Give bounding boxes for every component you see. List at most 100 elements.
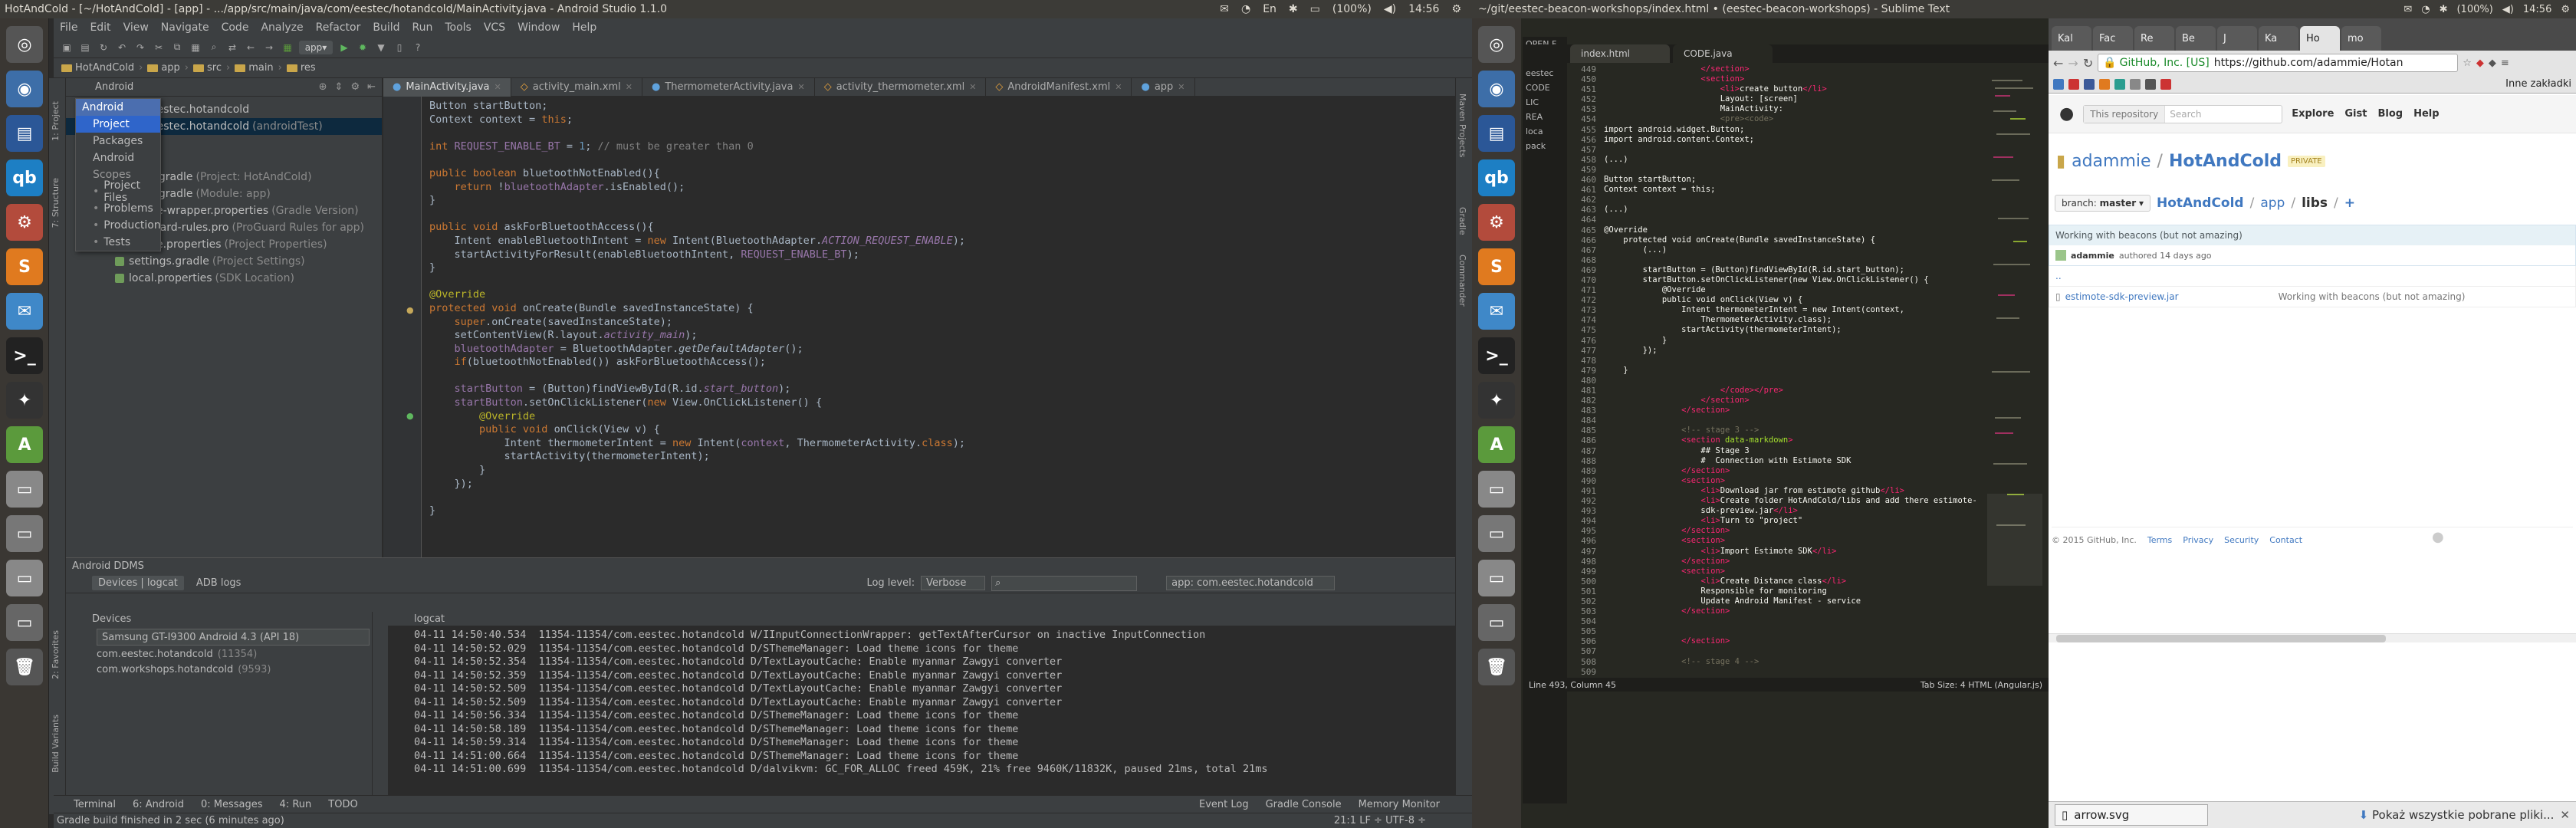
- volume-icon[interactable]: ◀): [2502, 4, 2514, 15]
- bookmark-icon[interactable]: [2160, 78, 2171, 90]
- close-icon[interactable]: ✕: [797, 82, 804, 92]
- avatar[interactable]: [2055, 250, 2066, 261]
- commit-message[interactable]: Working with beacons (but not amazing): [2049, 225, 2575, 245]
- forward-icon[interactable]: →: [262, 41, 276, 54]
- dropdown-item-project[interactable]: Project: [76, 116, 160, 133]
- parent-dir-link[interactable]: ..: [2049, 266, 2575, 287]
- cursor-position[interactable]: 21:1 LF ÷ UTF-8 ÷: [1334, 815, 1472, 826]
- breadcrumb-item[interactable]: app: [147, 62, 180, 74]
- back-icon[interactable]: ←: [244, 41, 258, 54]
- thunderbird-icon[interactable]: ✉: [1478, 293, 1515, 330]
- project-view-select[interactable]: Android: [72, 81, 133, 93]
- drive-icon[interactable]: ▭: [1478, 471, 1515, 508]
- qbittorrent-icon[interactable]: qb: [1478, 159, 1515, 196]
- bottom-right-tab[interactable]: Memory Monitor: [1359, 799, 1440, 810]
- editor-tab[interactable]: ● ThermometerActivity.java ✕: [642, 77, 815, 97]
- footer-link[interactable]: Security: [2224, 535, 2259, 545]
- menu-item-view[interactable]: View: [117, 21, 155, 34]
- octocat-icon[interactable]: ●: [2432, 529, 2444, 545]
- github-search[interactable]: This repository Search: [2083, 104, 2283, 123]
- browser-tab[interactable]: Be: [2176, 26, 2216, 51]
- breadcrumb-item[interactable]: res: [286, 62, 316, 74]
- dash-icon[interactable]: ◎: [1478, 26, 1515, 63]
- trash-icon[interactable]: 🗑: [1478, 649, 1515, 685]
- menu-item-navigate[interactable]: Navigate: [155, 21, 215, 34]
- qbittorrent-icon[interactable]: qb: [6, 159, 43, 196]
- gear-icon[interactable]: ⚙: [350, 81, 360, 93]
- sublime-icon[interactable]: S: [6, 248, 43, 285]
- dropdown-item-android[interactable]: Android: [76, 150, 160, 166]
- menu-item-window[interactable]: Window: [511, 21, 566, 34]
- files-icon[interactable]: ▤: [6, 115, 43, 152]
- clock[interactable]: 14:56: [2523, 4, 2551, 15]
- tree-item[interactable]: local.properties (SDK Location): [66, 270, 382, 287]
- sublime-minimap[interactable]: [1987, 64, 2042, 678]
- sync-icon[interactable]: ↻: [97, 41, 110, 54]
- process-item[interactable]: com.eestec.hotandcold (11354): [66, 649, 372, 664]
- forward-icon[interactable]: →: [2068, 56, 2078, 71]
- keyboard-lang[interactable]: En: [1263, 3, 1276, 15]
- avd-icon[interactable]: ▯: [393, 41, 406, 54]
- clock[interactable]: 14:56: [1408, 3, 1439, 15]
- cut-icon[interactable]: ✂: [152, 41, 166, 54]
- dropdown-scope-item[interactable]: • Production: [76, 217, 161, 234]
- logcat-filter-select[interactable]: app: com.eestec.hotandcold: [1166, 576, 1336, 590]
- replace-icon[interactable]: ⇄: [225, 41, 239, 54]
- bookmark-icon[interactable]: [2053, 78, 2064, 90]
- tree-item[interactable]: settings.gradle (Project Settings): [66, 253, 382, 270]
- maven-tool-tab[interactable]: Maven Projects: [1457, 94, 1467, 157]
- process-item[interactable]: com.workshops.hotandcold (9593): [66, 664, 372, 679]
- build-variants-tool-tab[interactable]: Build Variants: [51, 715, 61, 773]
- extension-icon[interactable]: ◆: [2476, 58, 2484, 69]
- menu-item-file[interactable]: File: [54, 21, 84, 34]
- sidebar-entry[interactable]: LIC: [1523, 95, 1567, 110]
- help-icon[interactable]: ?: [411, 41, 425, 54]
- save-icon[interactable]: ▤: [78, 41, 92, 54]
- github-nav-item[interactable]: Help: [2413, 108, 2439, 120]
- settings-icon[interactable]: ⚙: [6, 204, 43, 241]
- menu-icon[interactable]: ≡: [2501, 58, 2509, 69]
- editor-tab[interactable]: ◇ AndroidManifest.xml ✕: [986, 77, 1132, 97]
- favorites-tool-tab[interactable]: 2: Favorites: [51, 630, 61, 679]
- download-item[interactable]: ▯ arrow.svg: [2055, 804, 2208, 826]
- bottom-tab[interactable]: 0: Messages: [201, 799, 263, 810]
- show-all-downloads-link[interactable]: ⬇ Pokaż wszystkie pobrane pliki...: [2359, 808, 2561, 822]
- sidebar-entry[interactable]: CODE: [1523, 80, 1567, 95]
- bookmark-icon[interactable]: [2068, 78, 2079, 90]
- browser-tab[interactable]: mo: [2341, 26, 2381, 51]
- undo-icon[interactable]: ↶: [115, 41, 129, 54]
- sublime-tab-code[interactable]: CODE.java: [1673, 44, 1773, 63]
- inkscape-icon[interactable]: ✦: [6, 382, 43, 419]
- menu-item-analyze[interactable]: Analyze: [255, 21, 309, 34]
- drive-icon[interactable]: ▭: [6, 471, 43, 508]
- sidebar-entry[interactable]: pack: [1523, 139, 1567, 153]
- mail-icon[interactable]: ✉: [1220, 3, 1229, 15]
- drive-icon-2[interactable]: ▭: [1478, 515, 1515, 552]
- sublime-tab-index[interactable]: index.html: [1570, 44, 1670, 63]
- drive-icon-2[interactable]: ▭: [6, 515, 43, 552]
- footer-link[interactable]: Privacy: [2183, 535, 2213, 545]
- footer-link[interactable]: Terms: [2147, 535, 2172, 545]
- browser-tab[interactable]: Re: [2134, 26, 2174, 51]
- close-icon[interactable]: ✕: [626, 82, 632, 92]
- drive-icon-3[interactable]: ▭: [1478, 560, 1515, 596]
- dropdown-scope-item[interactable]: • Problems: [76, 200, 160, 217]
- log-level-select[interactable]: Verbose: [921, 576, 986, 590]
- menu-item-refactor[interactable]: Refactor: [310, 21, 367, 34]
- bottom-right-tab[interactable]: Gradle Console: [1266, 799, 1342, 810]
- structure-tool-tab[interactable]: 7: Structure: [51, 178, 61, 228]
- make-icon[interactable]: ▦: [281, 41, 294, 54]
- sidebar-entry[interactable]: REA: [1523, 110, 1567, 124]
- github-nav-item[interactable]: Explore: [2292, 108, 2334, 120]
- path-app[interactable]: app: [2260, 196, 2285, 211]
- menu-item-help[interactable]: Help: [566, 21, 603, 34]
- android-studio-icon[interactable]: A: [1478, 426, 1515, 463]
- thunderbird-icon[interactable]: ✉: [6, 293, 43, 330]
- gradle-tool-tab[interactable]: Gradle: [1457, 207, 1467, 235]
- run-icon[interactable]: ▶: [337, 41, 351, 54]
- run-config-select[interactable]: app▾: [299, 40, 333, 54]
- breadcrumb-item[interactable]: main: [235, 62, 274, 74]
- logcat-search-input[interactable]: ⌕: [991, 575, 1138, 591]
- github-nav-item[interactable]: Blog: [2377, 108, 2403, 120]
- browser-tab[interactable]: Fac: [2093, 26, 2133, 51]
